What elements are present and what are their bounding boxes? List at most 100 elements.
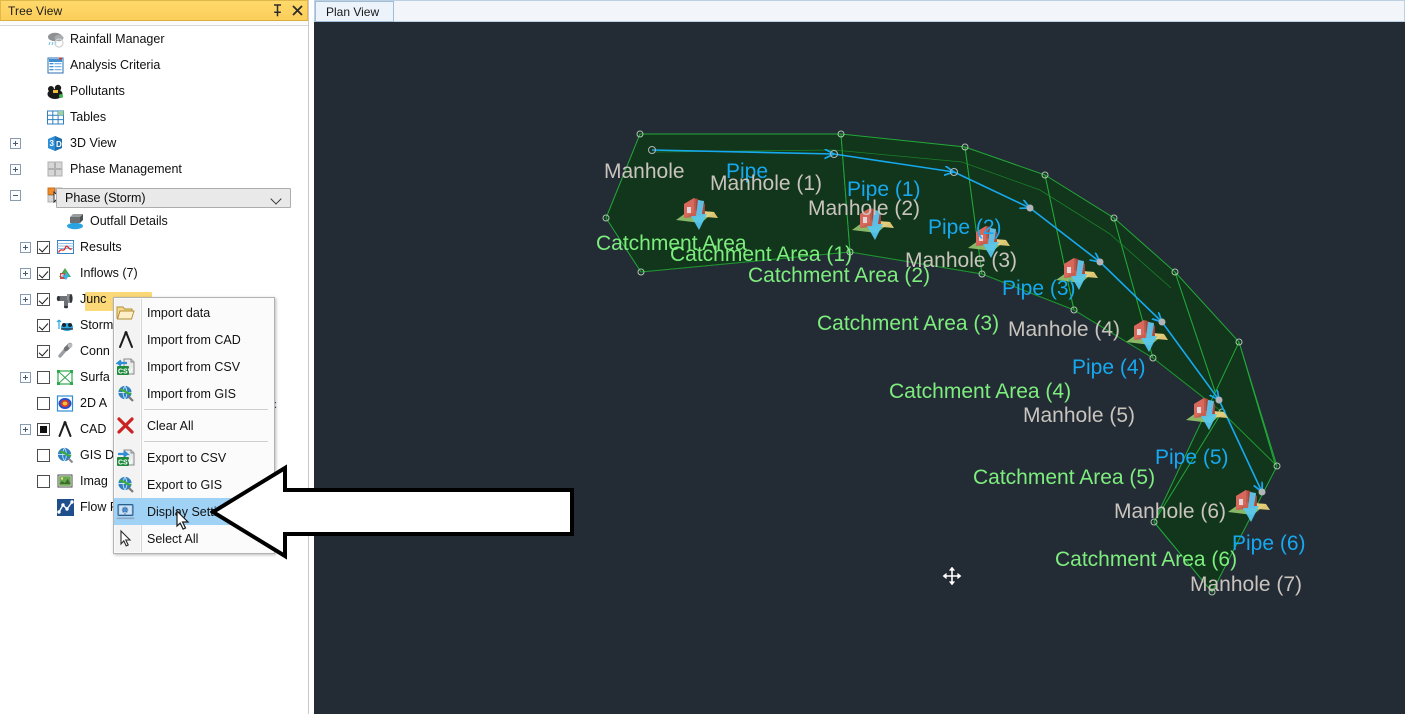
tree-item-label: 3D View	[70, 136, 117, 150]
tree-item-label: Analysis Criteria	[70, 58, 161, 72]
menu-item-import-data[interactable]: Import data	[114, 299, 274, 326]
cad-icon	[56, 420, 75, 439]
folder-open-icon	[116, 303, 138, 323]
tree-item-checkbox[interactable]	[37, 318, 50, 332]
tree-item-label: Rainfall Manager	[70, 32, 165, 46]
menu-item-clear-all[interactable]: Clear All	[114, 412, 274, 439]
tree-item-checkbox[interactable]	[37, 370, 50, 384]
menu-item-label: Import from GIS	[147, 386, 236, 401]
phase-select[interactable]: Phase (Storm)	[56, 188, 291, 208]
catchment-area-label: Catchment Area (6)	[1055, 548, 1238, 571]
catchment-area-label: Catchment Area (2)	[748, 264, 931, 287]
catchment-area-label: Catchment Area (4)	[889, 380, 1072, 403]
tree-item-label: 2D A	[80, 396, 108, 410]
pipe-label: Pipe (2)	[928, 216, 1002, 239]
tree-item-results[interactable]: Results	[0, 234, 122, 260]
tree-item-gis-d[interactable]: GIS D	[0, 442, 114, 468]
tree-item-checkbox[interactable]	[37, 292, 50, 306]
connections-icon	[56, 342, 75, 361]
tree-item-label: Phase Management	[70, 162, 182, 176]
menu-item-label: Import from CSV	[147, 359, 241, 374]
checkbox-spacer	[27, 137, 40, 150]
tree-item-checkbox[interactable]	[37, 344, 50, 358]
manhole-label: Manhole (7)	[1190, 573, 1303, 596]
tree-item-checkbox[interactable]	[37, 396, 50, 410]
tree-item-label: GIS D	[80, 448, 115, 462]
tree-item-3d-view[interactable]: 3 D 3D View	[0, 130, 116, 156]
svg-text:3: 3	[50, 139, 55, 148]
inflows-icon	[56, 264, 75, 283]
storm-icon	[56, 316, 75, 335]
pin-icon[interactable]	[267, 1, 287, 20]
plan-view-canvas[interactable]: Catchment Area Catchment Area (1) Catchmen…	[314, 22, 1405, 714]
manhole-3d-icon	[1226, 482, 1272, 524]
menu-item-import-from-gis[interactable]: Import from GIS	[114, 380, 274, 407]
csv-export-icon: CSV	[116, 448, 138, 468]
tree-item-pollutants[interactable]: Pollutants	[0, 78, 125, 104]
expand-plus-icon[interactable]	[20, 267, 31, 279]
tab-plan-view-label: Plan View	[326, 4, 380, 19]
tree-item-surfa[interactable]: Surfa	[0, 364, 110, 390]
manhole-3d-icon	[1184, 390, 1230, 432]
close-icon[interactable]	[287, 1, 307, 20]
tree-item-outfall-details[interactable]: Outfall Details	[0, 208, 168, 234]
pipe-label: Pipe (4)	[1072, 356, 1146, 379]
tab-plan-view[interactable]: Plan View	[315, 1, 395, 22]
pipe-label: Pipe (6)	[1232, 532, 1306, 555]
tree-item-cad[interactable]: CAD	[0, 416, 106, 442]
rainfall-cloud-icon	[46, 30, 65, 49]
chevron-down-icon	[270, 191, 284, 205]
phase-mgmt-icon	[46, 160, 65, 179]
catchment-area-label: Catchment Area (3)	[817, 312, 1000, 335]
expand-plus-icon[interactable]	[10, 137, 21, 149]
manhole-3d-icon	[674, 190, 720, 232]
tree-item-junc[interactable]: Junc	[0, 286, 106, 312]
outfall-icon	[66, 212, 85, 231]
checkbox-spacer	[27, 33, 40, 46]
expand-plus-icon[interactable]	[10, 163, 21, 175]
expand-plus-icon[interactable]	[20, 241, 31, 253]
left-pointing-arrow-annotation	[209, 462, 575, 562]
tree-item-inflows-7[interactable]: Inflows (7)	[0, 260, 138, 286]
3d-view-icon: 3D	[46, 134, 65, 153]
gis-data-icon	[56, 446, 75, 465]
tree-item-checkbox[interactable]	[37, 266, 50, 280]
tree-item-rainfall-manager[interactable]: Rainfall Manager	[0, 26, 165, 52]
images-icon	[56, 472, 75, 491]
tree-item-2d-a[interactable]: 2D A	[0, 390, 107, 416]
manhole-label: Manhole (2)	[808, 197, 921, 220]
svg-text:D: D	[56, 140, 62, 149]
expand-plus-icon[interactable]	[20, 293, 31, 305]
expand-plus-icon[interactable]	[20, 371, 31, 383]
tree-item-tables[interactable]: Tables	[0, 104, 106, 130]
tree-item-phase-management[interactable]: Phase Management	[0, 156, 182, 182]
globe-export-icon	[116, 475, 138, 495]
checkbox-spacer	[27, 111, 40, 124]
menu-item-import-from-csv[interactable]: CSV Import from CSV	[114, 353, 274, 380]
menu-item-import-from-cad[interactable]: Import from CAD	[114, 326, 274, 353]
manhole-label: Manhole (1)	[710, 172, 823, 195]
tree-item-analysis-criteria[interactable]: Analysis Criteria	[0, 52, 160, 78]
tree-item-conn[interactable]: Conn	[0, 338, 110, 364]
tree-item-imag[interactable]: Imag	[0, 468, 108, 494]
manhole-label: Manhole (3)	[905, 249, 1018, 272]
phase-select-value: Phase (Storm)	[65, 191, 146, 205]
tree-item-flow-pat[interactable]: Flow Pat	[0, 494, 129, 520]
tree-item-checkbox[interactable]	[37, 448, 50, 462]
junctions-icon	[56, 290, 75, 309]
tree-item-storm[interactable]: Storm	[0, 312, 113, 338]
tree-item-checkbox[interactable]	[37, 474, 50, 488]
expand-plus-icon[interactable]	[20, 423, 31, 435]
collapse-minus-icon[interactable]	[10, 189, 21, 201]
tree-item-label: Inflows (7)	[80, 266, 138, 280]
tree-item-checkbox[interactable]	[37, 422, 50, 436]
tree-item-label: Outfall Details	[90, 214, 168, 228]
tree-item-checkbox[interactable]	[37, 240, 50, 254]
tree-item-label: Tables	[70, 110, 107, 124]
